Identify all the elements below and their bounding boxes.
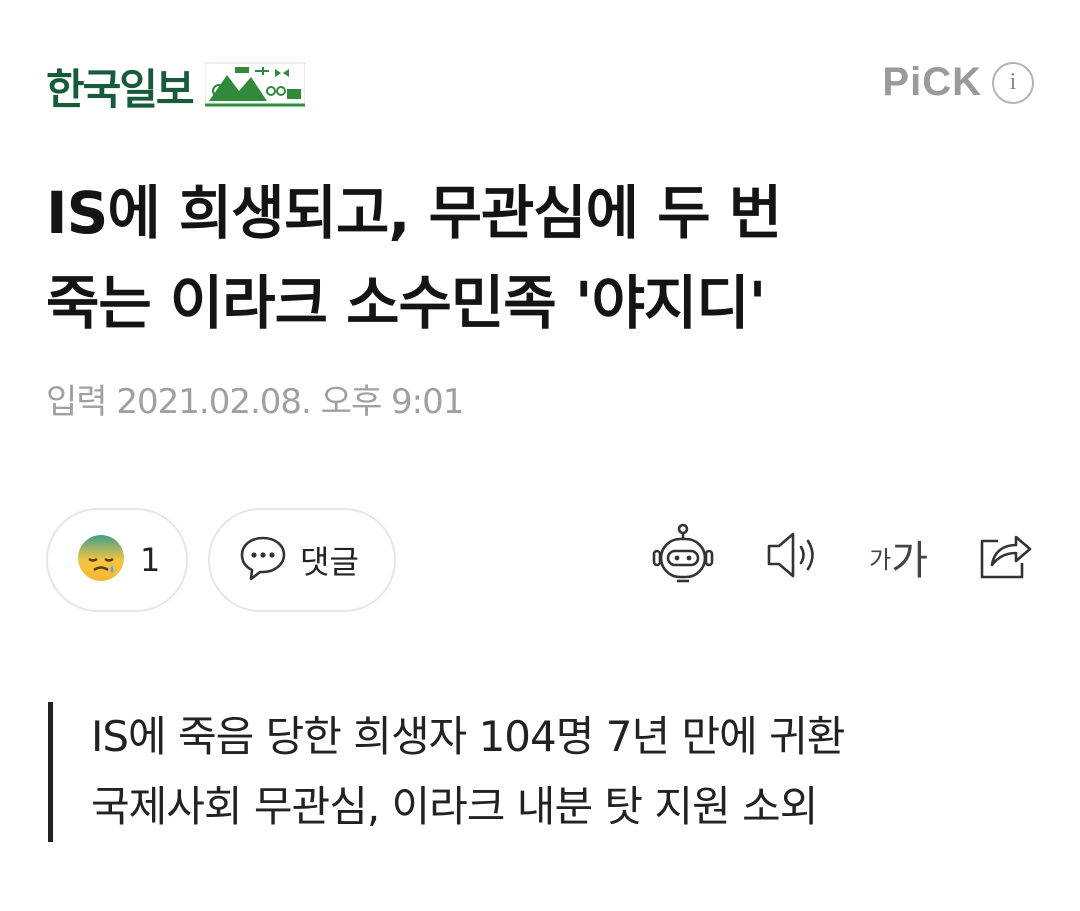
reaction-button[interactable]: 1 <box>46 508 188 612</box>
hankook-ilbo-emblem-icon <box>204 61 306 113</box>
date-value: 2021.02.08. 오후 9:01 <box>116 382 464 422</box>
summary-line: 국제사회 무관심, 이라크 내분 탓 지원 소외 <box>91 782 818 831</box>
comment-button[interactable]: 댓글 <box>208 508 396 612</box>
robot-icon <box>651 523 715 591</box>
article-toolbar: 1 댓글 가 가 <box>46 508 1034 614</box>
info-icon[interactable]: i <box>992 61 1034 104</box>
date-label: 입력 <box>46 382 108 422</box>
reaction-count: 1 <box>140 541 161 579</box>
summary-line: IS에 죽음 당한 희생자 104명 7년 만에 귀환 <box>91 712 845 761</box>
article-title-line: 죽는 이라크 소수민족 '야지디' <box>46 269 766 337</box>
font-size-button[interactable]: 가가 <box>869 522 928 592</box>
sad-face-emoji-icon <box>76 533 126 587</box>
font-size-large-label: 가 <box>891 538 928 584</box>
article-summary: IS에 죽음 당한 희생자 104명 7년 만에 귀환 국제사회 무관심, 이라… <box>48 702 1028 842</box>
pick-badge: PiCK i <box>882 60 1034 105</box>
summary-bot-button[interactable] <box>651 522 715 592</box>
press-logo[interactable]: 한국일보 <box>46 56 306 117</box>
pick-label: PiCK <box>882 60 982 104</box>
article-title-line: IS에 희생되고, 무관심에 두 번 <box>46 179 782 247</box>
publish-date: 입력 2021.02.08. 오후 9:01 <box>46 374 464 423</box>
press-name: 한국일보 <box>46 65 195 114</box>
comment-label: 댓글 <box>300 543 359 581</box>
tts-button[interactable] <box>763 522 821 592</box>
speaker-icon <box>763 528 821 586</box>
speech-bubble-icon <box>238 533 288 587</box>
article-title: IS에 희생되고, 무관심에 두 번 죽는 이라크 소수민족 '야지디' <box>46 168 1036 348</box>
font-size-small-label: 가 <box>869 545 892 574</box>
share-button[interactable] <box>976 522 1034 592</box>
share-icon <box>976 527 1034 587</box>
article-tools: 가가 <box>603 522 1034 592</box>
article-header: 한국일보 PiCK i <box>46 56 1034 116</box>
